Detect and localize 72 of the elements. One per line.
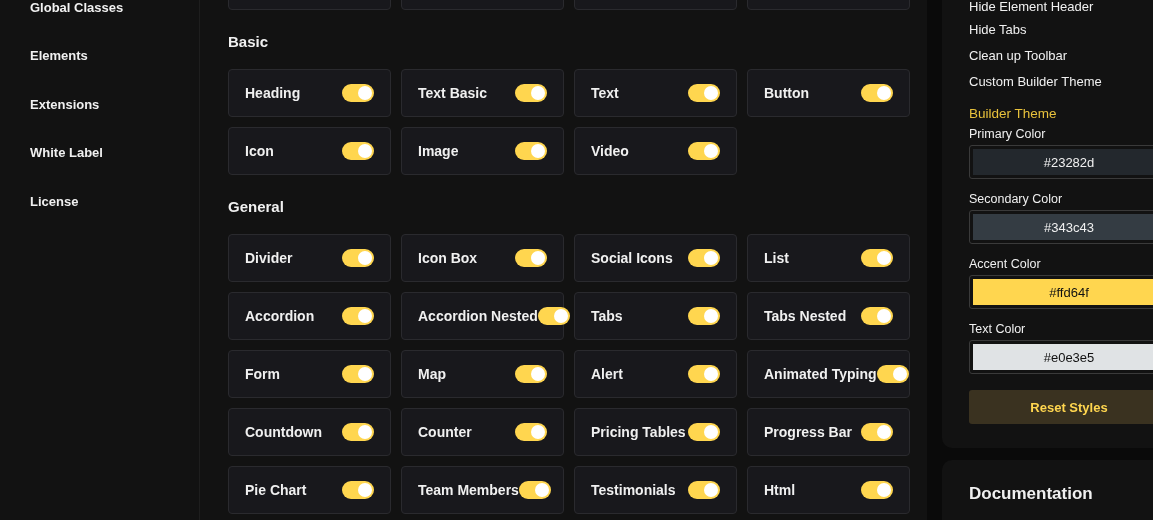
toggle-switch[interactable] <box>861 84 893 102</box>
element-label: Video <box>591 143 629 159</box>
sidebar-item[interactable]: Global Classes <box>30 0 124 32</box>
toggle-switch[interactable] <box>537 307 570 325</box>
toggle-switch[interactable] <box>688 249 720 267</box>
element-label: Countdown <box>245 424 322 440</box>
element-label: Pie Chart <box>245 482 307 498</box>
toggle-switch[interactable] <box>515 84 547 102</box>
toggle-switch[interactable] <box>688 423 720 441</box>
toggle-switch[interactable] <box>515 365 547 383</box>
element-label: Team Members <box>418 482 519 498</box>
element-label: Tabs <box>591 308 623 324</box>
sidebar-item[interactable]: Extensions <box>30 80 100 129</box>
element-label: List <box>764 250 789 266</box>
sidebar-item[interactable]: License <box>30 177 79 226</box>
element-label: Counter <box>418 424 472 440</box>
element-label: Text Basic <box>418 85 487 101</box>
toggle-switch[interactable] <box>342 423 374 441</box>
element-label: Icon Box <box>418 250 478 266</box>
element-label: Image <box>418 143 459 159</box>
element-label: Alert <box>591 366 623 382</box>
element-label: Form <box>245 366 280 382</box>
theme-title: Builder Theme <box>969 104 1058 123</box>
toggle-switch[interactable] <box>342 365 374 383</box>
element-label: Testimonials <box>591 482 676 498</box>
toggle-switch[interactable] <box>861 481 893 499</box>
element-label: Button <box>764 85 810 101</box>
element-label: Html <box>764 482 796 498</box>
toggle-switch[interactable] <box>688 142 720 160</box>
toggle-switch[interactable] <box>688 84 720 102</box>
toggle-switch[interactable] <box>876 365 909 383</box>
option-label: Clean up Toolbar <box>969 46 1069 65</box>
element-label: Text <box>591 85 619 101</box>
toggle-switch[interactable] <box>342 481 374 499</box>
element-label: Accordion <box>245 308 315 324</box>
option-label: Hide Element Header <box>969 0 1095 16</box>
element-label: Icon <box>245 143 274 159</box>
element-label: Tabs Nested <box>764 308 847 324</box>
toggle-switch[interactable] <box>342 307 374 325</box>
element-label: Pricing Tables <box>591 424 686 440</box>
toggle-switch[interactable] <box>861 249 893 267</box>
color-label: Secondary Color <box>969 191 1064 208</box>
toggle-switch[interactable] <box>688 365 720 383</box>
toggle-switch[interactable] <box>515 142 547 160</box>
toggle-switch[interactable] <box>515 423 547 441</box>
color-label: Text Color <box>969 321 1027 338</box>
element-label: Animated Typing <box>764 366 877 382</box>
toggle-switch[interactable] <box>688 307 720 325</box>
option-label: Hide Tabs <box>969 20 1028 39</box>
color-label: Primary Color <box>969 126 1047 143</box>
option-label: Custom Builder Theme <box>969 72 1103 91</box>
element-label: Accordion Nested <box>418 308 538 324</box>
element-label: Heading <box>245 85 301 101</box>
documentation-title: Documentation <box>969 484 1094 504</box>
toggle-switch[interactable] <box>861 307 893 325</box>
toggle-switch[interactable] <box>861 423 893 441</box>
element-label: Divider <box>245 250 293 266</box>
element-label: Progress Bar <box>764 424 852 440</box>
toggle-switch[interactable] <box>515 249 547 267</box>
sidebar-item[interactable]: White Label <box>30 128 103 177</box>
toggle-switch[interactable] <box>342 84 374 102</box>
element-label: Map <box>418 366 446 382</box>
toggle-switch[interactable] <box>342 249 374 267</box>
toggle-switch[interactable] <box>342 142 374 160</box>
element-label: Social Icons <box>591 250 673 266</box>
sidebar-item[interactable]: Elements <box>30 31 88 80</box>
section-title: Basic <box>228 32 270 52</box>
reset-button[interactable]: Reset Styles <box>969 390 1153 424</box>
section-title: General <box>228 197 285 217</box>
color-label: Accent Color <box>969 256 1042 273</box>
toggle-switch[interactable] <box>688 481 720 499</box>
toggle-switch[interactable] <box>518 481 551 499</box>
